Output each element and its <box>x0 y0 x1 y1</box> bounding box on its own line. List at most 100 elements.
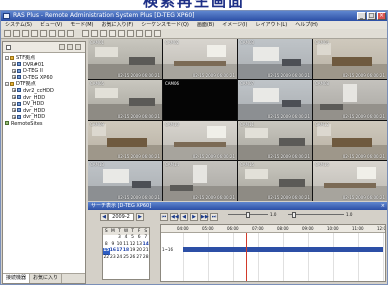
tab-devices[interactable]: 接続機器 <box>3 274 31 283</box>
calendar-day[interactable]: 21 <box>142 248 149 255</box>
speed-slider[interactable] <box>228 212 268 218</box>
copy-icon[interactable] <box>49 30 56 37</box>
menu-item[interactable]: モード(M) <box>66 21 97 29</box>
collapse-icon[interactable]: - <box>5 81 9 86</box>
timeline-cursor[interactable] <box>245 233 247 281</box>
settings-icon[interactable] <box>75 44 81 50</box>
expand-icon[interactable]: + <box>12 75 16 80</box>
volume-slider[interactable] <box>288 212 344 218</box>
paste-icon[interactable] <box>58 30 65 37</box>
camera-view[interactable]: CAM10 02-15 2009 06:00:21 <box>163 120 237 161</box>
camera-view[interactable]: CAM09 02-15 2009 06:00:21 <box>88 120 162 161</box>
close-button[interactable]: × <box>377 12 386 20</box>
calendar-day[interactable]: 20 <box>136 248 143 255</box>
tree-item[interactable]: + DV_HDD <box>3 101 85 108</box>
timeline[interactable]: 04:00 05:00 06:00 07:00 08:00 09:00 10:00 11:00… <box>160 224 386 282</box>
camera-view[interactable]: CAM14 02-15 2009 06:00:21 <box>163 161 237 201</box>
menu-item[interactable]: システム(S) <box>1 21 36 29</box>
menu-item[interactable]: イメージ(I) <box>218 21 251 29</box>
volume-slider-thumb[interactable] <box>292 212 296 218</box>
menu-item[interactable]: ヘルプ(H) <box>291 21 322 29</box>
calendar-day[interactable]: 4 <box>123 235 130 242</box>
camera-view[interactable]: CAM08 02-15 2009 06:00:21 <box>313 79 387 120</box>
open-icon[interactable] <box>13 30 20 37</box>
calendar-day[interactable]: 23 <box>110 255 117 262</box>
fast-forward-button[interactable]: ▶▶ <box>200 213 209 221</box>
help-icon[interactable] <box>154 30 161 37</box>
expand-icon[interactable]: + <box>12 108 16 113</box>
camera-view[interactable]: CAM12 02-15 2009 06:00:21 <box>313 120 387 161</box>
calendar-day[interactable]: 7 <box>142 235 149 242</box>
camera-view[interactable]: CAM11 02-15 2009 06:00:21 <box>238 120 312 161</box>
camera-view[interactable]: CAM01 02-15 2009 06:00:21 <box>88 39 162 79</box>
select-all-checkbox[interactable] <box>6 45 11 50</box>
camera-view[interactable]: CAM16 02-15 2009 06:00:21 <box>313 161 387 201</box>
tree-item[interactable]: + dvr2_ccHDD <box>3 88 85 95</box>
record-icon[interactable] <box>136 30 143 37</box>
tree-item[interactable]: + DVR#01 <box>3 62 85 69</box>
tree-item[interactable]: RemoteSites <box>3 121 85 128</box>
tree-item[interactable]: + D-TEG II <box>3 68 85 75</box>
first-frame-button[interactable]: ⏮ <box>160 213 168 221</box>
camera-view[interactable]: CAM15 02-15 2009 06:00:21 <box>238 161 312 201</box>
rewind-button[interactable]: ◀◀ <box>170 213 179 221</box>
tree-item[interactable]: + D-TEG XP60 <box>3 75 85 82</box>
tree-item[interactable]: - DTF拠点 <box>3 81 85 88</box>
fullscreen-icon[interactable] <box>118 30 125 37</box>
calendar-day[interactable]: 6 <box>136 235 143 242</box>
search-icon[interactable] <box>67 30 74 37</box>
minimize-button[interactable]: _ <box>357 12 366 20</box>
save-icon[interactable] <box>22 30 29 37</box>
menu-item[interactable]: お気に入り(F) <box>97 21 137 29</box>
expand-icon[interactable]: + <box>12 95 16 100</box>
camera-view[interactable]: CAM07 02-15 2009 06:00:21 <box>238 79 312 120</box>
year-month-field[interactable]: 2009-2 <box>108 213 134 221</box>
layout-9-icon[interactable] <box>100 30 107 37</box>
expand-icon[interactable]: + <box>12 88 16 93</box>
maximize-button[interactable]: □ <box>367 12 376 20</box>
layout-4-icon[interactable] <box>91 30 98 37</box>
layout-1-icon[interactable] <box>82 30 89 37</box>
camera-view[interactable]: CAM06 <box>163 79 237 120</box>
expand-icon[interactable]: + <box>12 114 16 119</box>
tree-item[interactable]: + dvr_HDD <box>3 108 85 115</box>
camera-view[interactable]: CAM05 02-15 2009 06:00:21 <box>88 79 162 120</box>
cut-icon[interactable] <box>40 30 47 37</box>
tree-item[interactable]: + dvr_HDD <box>3 95 85 102</box>
collapse-icon[interactable]: - <box>5 55 9 60</box>
next-month-button[interactable]: ▶ <box>136 213 144 221</box>
print-icon[interactable] <box>31 30 38 37</box>
expand-icon[interactable]: + <box>12 68 16 73</box>
camera-view[interactable]: CAM04 02-15 2009 06:00:21 <box>313 39 387 79</box>
camera-view[interactable]: CAM03 02-15 2009 06:00:21 <box>238 39 312 79</box>
close-icon[interactable]: × <box>381 202 385 210</box>
camera-view[interactable]: CAM13 02-15 2009 06:00:21 <box>88 161 162 201</box>
expand-icon[interactable]: + <box>12 101 16 106</box>
calendar-day[interactable]: 16 <box>110 248 117 255</box>
menu-item[interactable]: レイアウト(L) <box>251 21 291 29</box>
menu-item[interactable]: シーケンスモード(Q) <box>137 21 193 29</box>
new-icon[interactable] <box>4 30 11 37</box>
snapshot-icon[interactable] <box>127 30 134 37</box>
refresh-icon[interactable] <box>59 44 65 50</box>
calendar-day[interactable]: 27 <box>136 255 143 262</box>
calendar-day[interactable]: 18 <box>123 248 130 255</box>
tab-favorites[interactable]: お気に入り <box>30 274 63 283</box>
config-icon[interactable] <box>145 30 152 37</box>
reverse-play-button[interactable]: ◀ <box>180 213 188 221</box>
expand-icon[interactable] <box>67 44 73 50</box>
timeline-recording-bar[interactable] <box>183 247 383 252</box>
menu-item[interactable]: 画面(B) <box>193 21 218 29</box>
menu-item[interactable]: ビュー(V) <box>36 21 66 29</box>
play-button[interactable]: ▶ <box>190 213 198 221</box>
layout-16-icon[interactable] <box>109 30 116 37</box>
calendar-day[interactable]: 25 <box>123 255 130 262</box>
tree-item[interactable]: + dvr_HDD <box>3 114 85 121</box>
tree-item[interactable]: - STF拠点 <box>3 55 85 62</box>
expand-icon[interactable]: + <box>12 62 16 67</box>
last-frame-button[interactable]: ⏭ <box>210 213 218 221</box>
camera-view[interactable]: CAM02 02-15 2009 06:00:21 <box>163 39 237 79</box>
calendar-day[interactable]: 28 <box>142 255 149 262</box>
speed-slider-thumb[interactable] <box>246 212 250 218</box>
prev-month-button[interactable]: ◀ <box>100 213 108 221</box>
